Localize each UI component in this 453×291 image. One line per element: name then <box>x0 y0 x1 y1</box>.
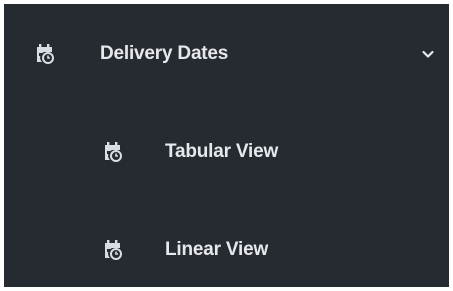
sidebar-section-delivery-dates[interactable]: Delivery Dates <box>4 34 449 74</box>
calendar-clock-icon <box>36 44 54 64</box>
calendar-clock-icon <box>104 142 122 162</box>
sidebar-item-linear-view[interactable]: Linear View <box>4 230 449 270</box>
sidebar-section-label: Delivery Dates <box>100 43 229 64</box>
sidebar-item-label: Linear View <box>165 239 269 260</box>
sidebar-menu: Delivery Dates Tabular View Linear View <box>4 4 449 287</box>
chevron-down-icon[interactable] <box>421 47 435 61</box>
calendar-clock-icon <box>104 240 122 260</box>
sidebar-item-label: Tabular View <box>165 141 279 162</box>
sidebar-item-tabular-view[interactable]: Tabular View <box>4 132 449 172</box>
